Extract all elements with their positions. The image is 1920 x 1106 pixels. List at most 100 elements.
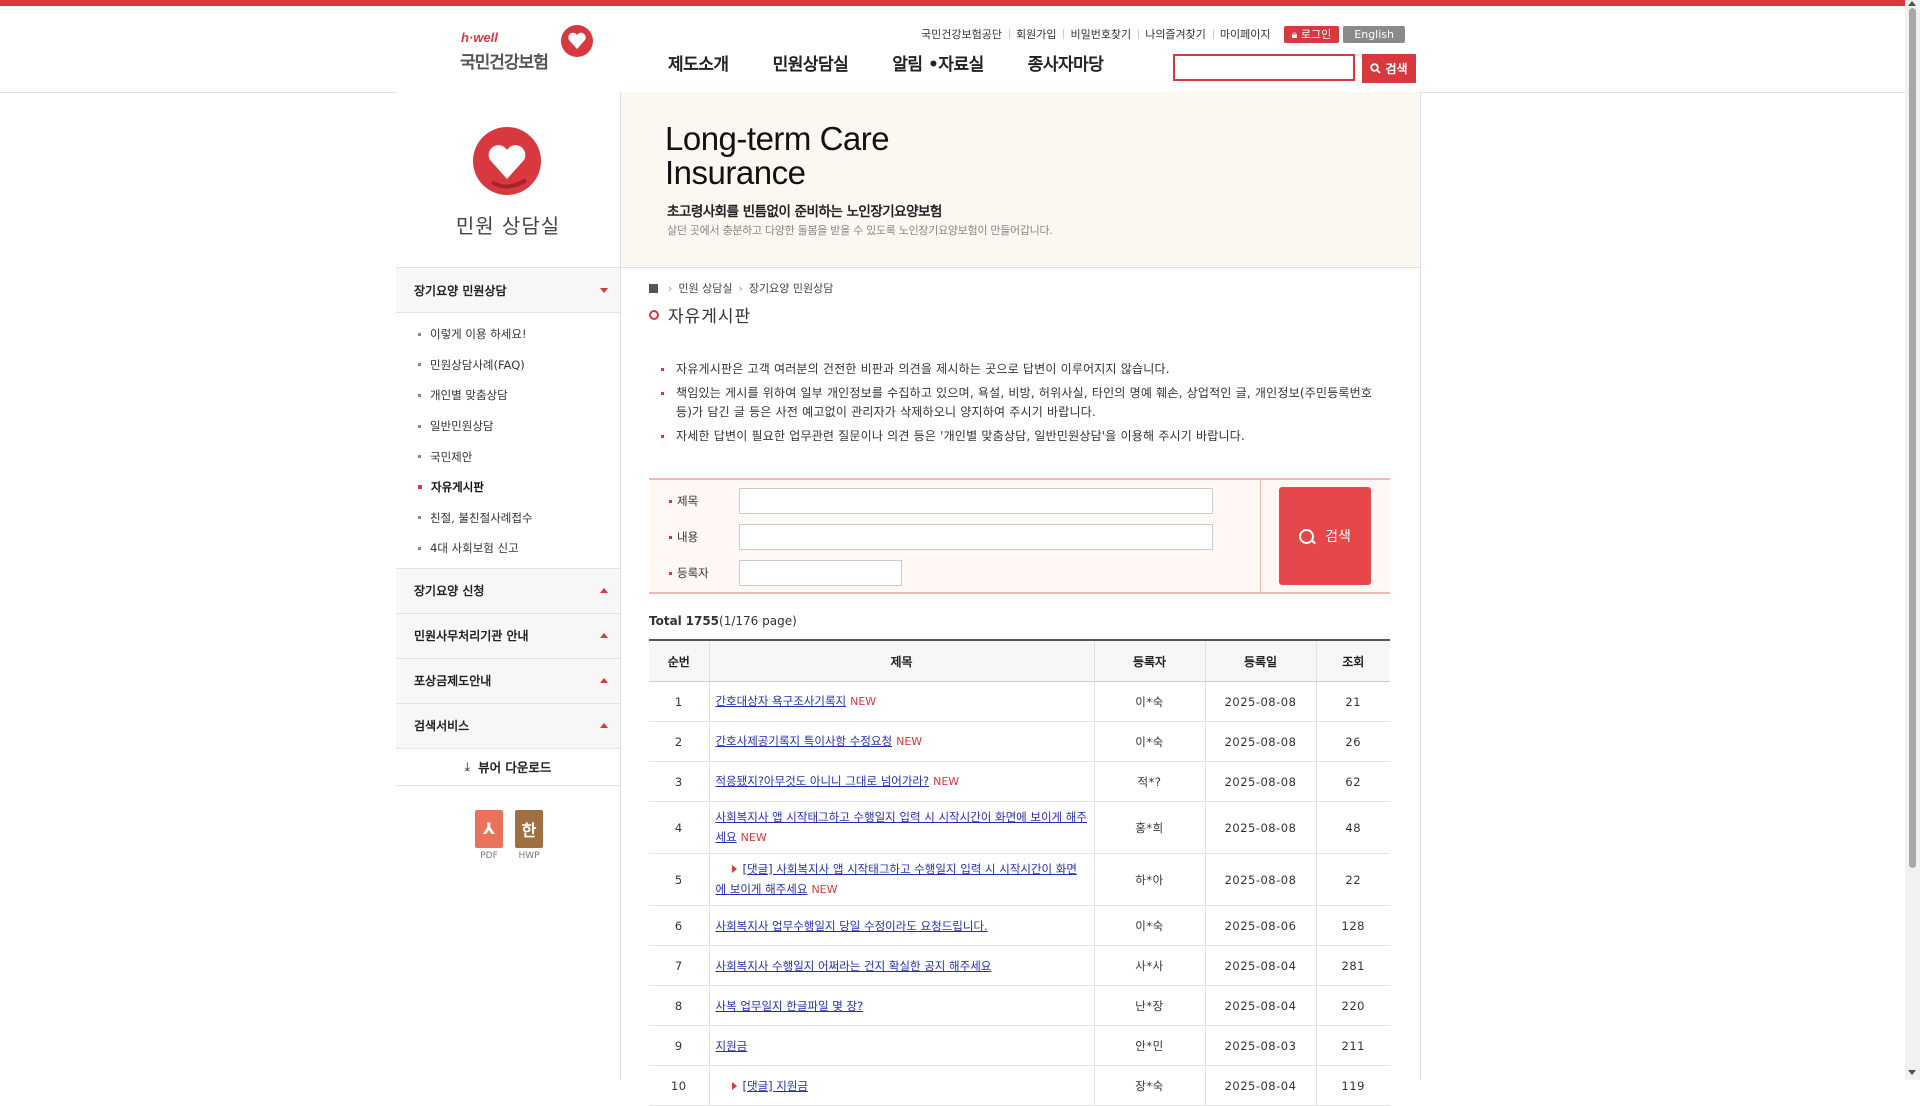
util-link-nhis[interactable]: 국민건강보험공단 bbox=[914, 26, 1009, 42]
util-link-favorites[interactable]: 나의즐겨찾기 bbox=[1138, 26, 1213, 42]
english-button[interactable]: English bbox=[1343, 25, 1405, 43]
pdf-viewer-download[interactable]: ⅄ PDF bbox=[474, 809, 504, 861]
board-search-form: 제목 내용 등록자 검색 bbox=[649, 478, 1390, 594]
scroll-down-arrow-icon[interactable] bbox=[1908, 1070, 1916, 1075]
cell-author: 난*장 bbox=[1093, 985, 1205, 1026]
cell-title: 사복 업무일지 한글파일 몇 장? bbox=[708, 985, 1094, 1026]
breadcrumb-item[interactable]: 민원 상담실 bbox=[678, 280, 732, 296]
scrollbar-thumb[interactable] bbox=[1909, 8, 1916, 868]
post-title-link[interactable]: 사회복지사 수행일지 어쩌라는 건지 확실한 공지 해주세요 bbox=[716, 959, 992, 973]
lnb-item-free-board[interactable]: 자유게시판 bbox=[396, 472, 620, 503]
cell-date: 2025-08-04 bbox=[1204, 985, 1316, 1026]
cell-no: 6 bbox=[649, 905, 709, 946]
table-body: 1 간호대상자 욕구조사기록지 NEW 이*숙 2025-08-08 21 2 간호사제공기록… bbox=[649, 681, 1390, 1106]
search-title-label: 제목 bbox=[669, 493, 739, 509]
lnb-item-social-insurance[interactable]: 4대 사회보험 신고 bbox=[396, 533, 620, 564]
caret-up-icon bbox=[600, 678, 608, 684]
scroll-up-arrow-icon[interactable] bbox=[1908, 1, 1916, 6]
search-title-input[interactable] bbox=[739, 488, 1213, 514]
home-icon[interactable] bbox=[649, 283, 658, 293]
lnb-item-kindness-report[interactable]: 친절, 불친절사례접수 bbox=[396, 503, 620, 534]
caret-up-icon bbox=[600, 723, 608, 729]
site-header: h·well 국민건강보험 국민건강보험공단 회원가입 비밀번호찾기 나의즐겨찾… bbox=[0, 6, 1905, 93]
post-title-link[interactable]: [댓글] 사회복지사 앱 시작태그하고 수행일지 입력 시 시작시간이 화면에 … bbox=[716, 862, 1077, 896]
site-logo[interactable]: h·well 국민건강보험 bbox=[458, 22, 598, 78]
viewer-downloads: ⅄ PDF 한 HWP bbox=[396, 786, 620, 886]
lnb-section-search-service[interactable]: 검색서비스 bbox=[396, 703, 620, 749]
lnb-item-label: 개인별 맞춤상담 bbox=[430, 388, 508, 403]
lnb-header: 민원 상담실 bbox=[396, 92, 620, 268]
search-author-input[interactable] bbox=[739, 560, 902, 586]
required-dot-icon bbox=[669, 571, 672, 575]
cell-views: 119 bbox=[1315, 1065, 1390, 1106]
heart-logo-icon bbox=[561, 25, 593, 57]
lnb-section-longterm-apply[interactable]: 장기요양 신청 bbox=[396, 568, 620, 614]
post-title-link[interactable]: 적응됐지?아무것도 아니니 그대로 넘어가라? bbox=[716, 774, 930, 788]
cell-views: 26 bbox=[1315, 721, 1390, 762]
cell-no: 9 bbox=[649, 1025, 709, 1066]
lnb-section-label: 검색서비스 bbox=[414, 719, 470, 734]
lnb-item-faq[interactable]: 민원상담사례(FAQ) bbox=[396, 350, 620, 381]
cell-title: [댓글] 사회복지사 앱 시작태그하고 수행일지 입력 시 시작시간이 화면에 … bbox=[708, 853, 1094, 906]
lnb-item-proposal[interactable]: 국민제안 bbox=[396, 441, 620, 472]
notice-item: 자세한 답변이 필요한 업무관련 질문이나 의견 등은 '개인별 맞춤상담, 일… bbox=[659, 427, 1389, 446]
post-title-link[interactable]: 사회복지사 앱 시작태그하고 수행일지 입력 시 시작시간이 화면에 보이게 해… bbox=[716, 810, 1087, 844]
post-title-link[interactable]: 간호대상자 욕구조사기록지 bbox=[716, 694, 847, 708]
lnb-section-longterm-consult[interactable]: 장기요양 민원상담 bbox=[396, 268, 620, 313]
util-link-signup[interactable]: 회원가입 bbox=[1008, 26, 1063, 42]
lnb-item-how-to-use[interactable]: 이렇게 이용 하세요! bbox=[396, 319, 620, 350]
table-row: 1 간호대상자 욕구조사기록지 NEW 이*숙 2025-08-08 21 bbox=[649, 681, 1390, 722]
banner-title-line2: Insurance bbox=[665, 154, 806, 191]
breadcrumb-item[interactable]: 장기요양 민원상담 bbox=[749, 280, 833, 296]
table-row: 8 사복 업무일지 한글파일 몇 장? 난*장 2025-08-04 220 bbox=[649, 985, 1390, 1026]
board-search-button[interactable]: 검색 bbox=[1279, 487, 1371, 585]
cell-date: 2025-08-08 bbox=[1204, 761, 1316, 802]
post-title-link[interactable]: 사회복지사 업무수행일지 당일 수정이라도 요청드립니다. bbox=[716, 919, 988, 933]
gnb-item-notice[interactable]: 알림 •자료실 bbox=[892, 50, 984, 75]
lnb-item-personal-consult[interactable]: 개인별 맞춤상담 bbox=[396, 380, 620, 411]
lnb-item-label: 자유게시판 bbox=[431, 480, 484, 495]
post-title-link[interactable]: [댓글] 지원금 bbox=[743, 1079, 809, 1093]
login-button[interactable]: 🔒︎ 로그인 bbox=[1283, 25, 1340, 43]
caret-down-icon bbox=[600, 287, 608, 293]
lnb-item-label: 국민제안 bbox=[430, 449, 473, 464]
viewer-download-button[interactable]: ⤓ 뷰어 다운로드 bbox=[396, 749, 620, 786]
col-header-views: 조회 bbox=[1315, 639, 1390, 682]
cell-title: 적응됐지?아무것도 아니니 그대로 넘어가라? NEW bbox=[708, 761, 1094, 802]
table-row: 7 사회복지사 수행일지 어쩌라는 건지 확실한 공지 해주세요 사*사 2025-0… bbox=[649, 945, 1390, 986]
hwp-viewer-download[interactable]: 한 HWP bbox=[514, 809, 544, 861]
cell-views: 22 bbox=[1315, 853, 1390, 906]
banner-subtitle: 초고령사회를 빈틈없이 준비하는 노인장기요양보험 bbox=[667, 204, 942, 220]
header-search-button[interactable]: 검색 bbox=[1362, 54, 1416, 83]
cell-date: 2025-08-04 bbox=[1204, 1065, 1316, 1106]
gnb-item-workers[interactable]: 종사자마당 bbox=[1028, 50, 1104, 75]
gnb-item-civil[interactable]: 민원상담실 bbox=[773, 50, 849, 75]
cell-date: 2025-08-08 bbox=[1204, 801, 1316, 854]
post-title-link[interactable]: 간호사제공기록지 특이사항 수정요청 bbox=[716, 734, 893, 748]
cell-views: 48 bbox=[1315, 801, 1390, 854]
search-content-input[interactable] bbox=[739, 524, 1213, 550]
util-link-mypage[interactable]: 마이페이지 bbox=[1212, 26, 1278, 42]
lnb-item-general-consult[interactable]: 일반민원상담 bbox=[396, 411, 620, 442]
bullet-icon bbox=[418, 485, 422, 490]
table-row: 9 지원금 안*민 2025-08-03 211 bbox=[649, 1025, 1390, 1066]
page-banner: Long-term Care Insurance 초고령사회를 빈틈없이 준비하… bbox=[621, 92, 1419, 268]
cell-views: 128 bbox=[1315, 905, 1390, 946]
post-title-link[interactable]: 지원금 bbox=[716, 1039, 748, 1053]
header-search-input[interactable] bbox=[1173, 54, 1355, 81]
board-search-label: 검색 bbox=[1325, 529, 1351, 545]
util-link-find-password[interactable]: 비밀번호찾기 bbox=[1063, 26, 1138, 42]
cell-author: 이*숙 bbox=[1093, 905, 1205, 946]
chevron-right-icon: › bbox=[668, 281, 673, 295]
gnb-item-intro[interactable]: 제도소개 bbox=[668, 50, 729, 75]
bullet-icon bbox=[418, 546, 421, 550]
new-badge: NEW bbox=[896, 735, 923, 748]
lnb-item-label: 일반민원상담 bbox=[430, 419, 494, 434]
lnb-section-agencies[interactable]: 민원사무처리기관 안내 bbox=[396, 613, 620, 659]
notice-list: 자유게시판은 고객 여러분의 건전한 비판과 의견을 제시하는 곳으로 답변이 … bbox=[659, 360, 1389, 451]
post-title-link[interactable]: 사복 업무일지 한글파일 몇 장? bbox=[716, 999, 864, 1013]
required-dot-icon bbox=[669, 535, 672, 539]
hwp-label: HWP bbox=[518, 850, 540, 861]
total-pages: (1/176 page) bbox=[719, 614, 797, 628]
lnb-section-reward[interactable]: 포상금제도안내 bbox=[396, 658, 620, 704]
